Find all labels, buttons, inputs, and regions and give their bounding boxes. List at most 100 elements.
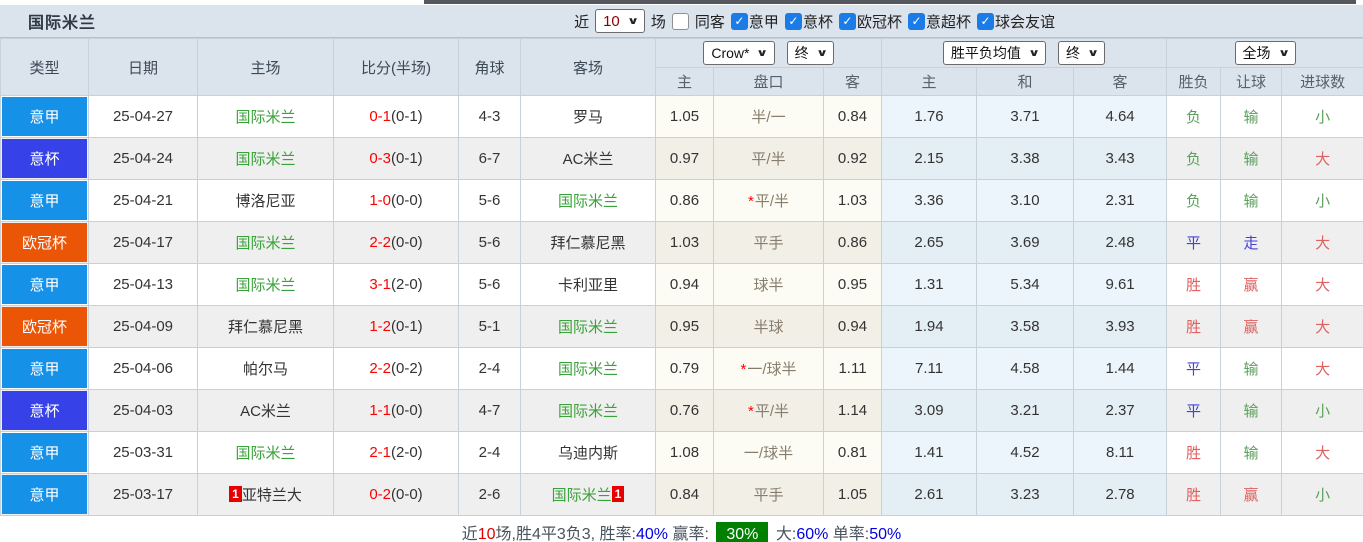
avg-draw-cell: 3.58 [977, 306, 1074, 348]
team-name-link[interactable]: 国际米兰 [558, 403, 618, 420]
match-date: 25-04-03 [89, 390, 198, 432]
result-goals-cell: 小 [1282, 96, 1363, 138]
corner-cell: 4-7 [459, 390, 521, 432]
subcol-odds-away: 客 [824, 68, 882, 96]
away-team-cell: 国际米兰 [521, 180, 656, 222]
checkbox-checked-icon[interactable]: ✓ [731, 13, 748, 30]
team-name-link[interactable]: 帕尔马 [243, 361, 288, 378]
match-row: 欧冠杯25-04-09拜仁慕尼黑1-2(0-1)5-1国际米兰0.95半球0.9… [1, 306, 1363, 348]
result-goals-cell: 大 [1282, 348, 1363, 390]
home-team-cell: AC米兰 [198, 390, 334, 432]
league-type-cell: 意甲 [1, 474, 89, 516]
result-wdl-cell: 平 [1167, 390, 1221, 432]
team-name-link[interactable]: 亚特兰大 [242, 487, 302, 504]
avg-home-cell: 2.15 [882, 138, 977, 180]
subcol-avg-home: 主 [882, 68, 977, 96]
checkbox-checked-icon[interactable]: ✓ [977, 13, 994, 30]
result-goals-cell: 小 [1282, 390, 1363, 432]
checkbox-checked-icon[interactable]: ✓ [785, 13, 802, 30]
odds-home-cell: 0.76 [656, 390, 714, 432]
team-name-link[interactable]: AC米兰 [240, 403, 291, 420]
league-badge: 意杯 [2, 139, 87, 178]
half-time-score: (0-1) [391, 150, 423, 167]
odds-home-cell: 1.08 [656, 432, 714, 474]
same-venue-checkbox[interactable] [672, 13, 689, 30]
corner-cell: 5-6 [459, 180, 521, 222]
away-team-cell: 国际米兰 [521, 348, 656, 390]
team-name-link[interactable]: 拜仁慕尼黑 [550, 235, 625, 252]
team-name-link[interactable]: 国际米兰 [558, 319, 618, 336]
full-time-score: 2-2 [369, 234, 391, 251]
avg-odds-select[interactable]: 胜平负均值 ∨ [943, 41, 1046, 65]
team-name-link[interactable]: 国际米兰 [558, 361, 618, 378]
score-cell: 2-2(0-0) [334, 222, 459, 264]
avg-draw-cell: 5.34 [977, 264, 1074, 306]
recent-label: 近 [574, 11, 589, 32]
league-badge: 意甲 [2, 97, 87, 136]
half-time-score: (0-0) [391, 402, 423, 419]
handicap-text: 平/半 [751, 151, 785, 168]
subcol-avg-away: 客 [1074, 68, 1167, 96]
handicap-cell: *平/半 [714, 390, 824, 432]
handicap-cell: *平/半 [714, 180, 824, 222]
team-name-link[interactable]: 乌迪内斯 [558, 445, 618, 462]
full-time-score: 1-1 [369, 402, 391, 419]
result-goals-cell: 大 [1282, 306, 1363, 348]
league-filter-label: 意杯 [803, 11, 833, 32]
handicap-text: 半/一 [751, 109, 785, 126]
summary-segment: 50% [869, 526, 901, 542]
match-date: 25-04-13 [89, 264, 198, 306]
home-team-cell: 1亚特兰大 [198, 474, 334, 516]
team-name-link[interactable]: 拜仁慕尼黑 [228, 319, 303, 336]
checkbox-checked-icon[interactable]: ✓ [839, 13, 856, 30]
odds-away-cell: 0.95 [824, 264, 882, 306]
odds-provider-select[interactable]: Crow* ∨ [703, 41, 774, 65]
handicap-cell: 平手 [714, 474, 824, 516]
odds-away-cell: 0.92 [824, 138, 882, 180]
avg-final-select[interactable]: 终 ∨ [1058, 41, 1105, 65]
team-name-link[interactable]: 国际米兰 [235, 235, 295, 252]
odds-home-cell: 1.05 [656, 96, 714, 138]
result-wdl-cell: 胜 [1167, 264, 1221, 306]
team-name-link[interactable]: 博洛尼亚 [235, 193, 295, 210]
summary-segment: 近 [462, 526, 478, 542]
checkbox-checked-icon[interactable]: ✓ [908, 13, 925, 30]
league-type-cell: 欧冠杯 [1, 306, 89, 348]
team-name-link[interactable]: 国际米兰 [235, 445, 295, 462]
chevron-down-icon: ∨ [1087, 48, 1099, 59]
away-team-cell: 拜仁慕尼黑 [521, 222, 656, 264]
avg-home-cell: 1.94 [882, 306, 977, 348]
team-name-link[interactable]: 国际米兰 [235, 151, 295, 168]
avg-away-cell: 9.61 [1074, 264, 1167, 306]
summary-bar: 近10场,胜4平3负3, 胜率:40% 赢率: 30% 大:60% 单率:50% [0, 516, 1363, 542]
chevron-down-icon: ∨ [1277, 48, 1289, 59]
team-name-link[interactable]: 国际米兰 [558, 193, 618, 210]
score-cell: 2-1(2-0) [334, 432, 459, 474]
team-name-link[interactable]: 卡利亚里 [558, 277, 618, 294]
odds-final-select[interactable]: 终 ∨ [787, 41, 834, 65]
subcol-odds-home: 主 [656, 68, 714, 96]
team-name-link[interactable]: 国际米兰 [552, 487, 612, 504]
avg-home-cell: 1.41 [882, 432, 977, 474]
avg-away-cell: 3.93 [1074, 306, 1167, 348]
corner-cell: 5-6 [459, 222, 521, 264]
full-time-score: 0-2 [369, 486, 391, 503]
recent-count-select[interactable]: 10 ∨ [595, 9, 645, 33]
home-team-cell: 拜仁慕尼黑 [198, 306, 334, 348]
full-match-select[interactable]: 全场 ∨ [1235, 41, 1296, 65]
rank-badge: 1 [229, 486, 242, 502]
team-name-link[interactable]: 国际米兰 [235, 277, 295, 294]
team-name-link[interactable]: 罗马 [573, 109, 603, 126]
result-wdl-cell: 胜 [1167, 474, 1221, 516]
team-name-link[interactable]: 国际米兰 [235, 109, 295, 126]
team-name-link[interactable]: AC米兰 [563, 151, 614, 168]
match-date: 25-04-21 [89, 180, 198, 222]
chevron-down-icon: ∨ [1028, 48, 1040, 59]
horizontal-scrollbar-thumb[interactable] [424, 0, 1356, 4]
avg-draw-cell: 4.58 [977, 348, 1074, 390]
handicap-text: 一/球半 [744, 445, 793, 462]
handicap-text: 平手 [753, 235, 783, 252]
odds-away-cell: 0.81 [824, 432, 882, 474]
result-wdl-cell: 平 [1167, 348, 1221, 390]
summary-segment: 大: [771, 526, 796, 542]
